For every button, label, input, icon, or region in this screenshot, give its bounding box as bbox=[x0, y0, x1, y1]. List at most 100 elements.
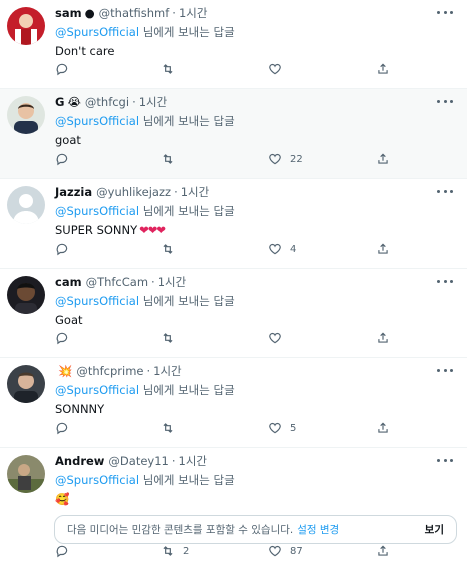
avatar[interactable] bbox=[7, 276, 45, 314]
user-handle[interactable]: @thfcprime bbox=[76, 364, 143, 378]
tweet-text: Goat bbox=[55, 313, 83, 327]
retweet-button[interactable] bbox=[161, 62, 183, 76]
reply-tweet[interactable]: sam ● @thatfishmf · 1시간 @SpursOfficial 님… bbox=[0, 0, 467, 89]
share-button[interactable] bbox=[376, 242, 390, 256]
reply-button[interactable] bbox=[55, 152, 77, 166]
user-handle[interactable]: @yuhlikejazz bbox=[96, 185, 171, 199]
share-button[interactable] bbox=[376, 62, 390, 76]
reply-icon bbox=[56, 243, 68, 256]
reply-feed: sam ● @thatfishmf · 1시간 @SpursOfficial 님… bbox=[0, 0, 467, 570]
like-button[interactable]: 4 bbox=[268, 242, 296, 256]
more-icon[interactable] bbox=[437, 454, 453, 466]
share-button[interactable] bbox=[376, 152, 390, 166]
reply-icon bbox=[56, 153, 68, 166]
reply-context: @SpursOfficial 님에게 보내는 답글 bbox=[55, 24, 457, 40]
reply-button[interactable] bbox=[55, 62, 77, 76]
name-emoji: ● bbox=[84, 6, 95, 20]
display-name[interactable]: G bbox=[55, 95, 64, 109]
reply-suffix: 님에게 보내는 답글 bbox=[142, 473, 235, 487]
avatar[interactable] bbox=[7, 455, 45, 493]
retweet-count: 2 bbox=[183, 545, 190, 557]
heart-emojis: ❤❤❤ bbox=[139, 223, 166, 237]
like-button[interactable]: 87 bbox=[268, 544, 303, 558]
avatar[interactable] bbox=[7, 7, 45, 45]
separator-dot: · bbox=[151, 275, 155, 289]
view-media-button[interactable]: 보기 bbox=[425, 522, 444, 537]
timestamp[interactable]: 1시간 bbox=[181, 184, 209, 200]
mention-link[interactable]: @SpursOfficial bbox=[55, 204, 139, 218]
mention-link[interactable]: @SpursOfficial bbox=[55, 383, 139, 397]
reply-button[interactable] bbox=[55, 421, 77, 435]
like-button[interactable]: 22 bbox=[268, 152, 303, 166]
like-icon bbox=[269, 243, 281, 255]
timestamp[interactable]: 1시간 bbox=[153, 363, 181, 379]
reply-button[interactable] bbox=[55, 331, 77, 345]
mention-link[interactable]: @SpursOfficial bbox=[55, 473, 139, 487]
like-button[interactable] bbox=[268, 62, 290, 76]
like-icon bbox=[269, 422, 281, 434]
timestamp[interactable]: 1시간 bbox=[158, 274, 186, 290]
user-handle[interactable]: @thfcgi bbox=[85, 95, 129, 109]
more-icon[interactable] bbox=[437, 95, 453, 107]
display-name[interactable]: sam bbox=[55, 6, 82, 20]
reply-button[interactable] bbox=[55, 242, 77, 256]
reply-tweet[interactable]: G 😭 @thfcgi · 1시간 @SpursOfficial 님에게 보내는… bbox=[0, 89, 467, 179]
like-button[interactable]: 5 bbox=[268, 421, 296, 435]
share-icon bbox=[378, 243, 388, 254]
mention-link[interactable]: @SpursOfficial bbox=[55, 25, 139, 39]
tweet-text: 🥰 bbox=[55, 492, 70, 506]
retweet-button[interactable] bbox=[161, 152, 183, 166]
timestamp[interactable]: 1시간 bbox=[179, 5, 207, 21]
change-settings-link[interactable]: 설정 변경 bbox=[297, 522, 339, 537]
timestamp[interactable]: 1시간 bbox=[179, 453, 207, 469]
display-name[interactable]: Andrew bbox=[55, 454, 104, 468]
retweet-button[interactable] bbox=[161, 331, 183, 345]
reply-suffix: 님에게 보내는 답글 bbox=[142, 114, 235, 128]
like-count: 4 bbox=[290, 243, 297, 255]
more-icon[interactable] bbox=[437, 275, 453, 287]
tweet-header: Andrew @Datey11 · 1시간 bbox=[55, 453, 457, 469]
retweet-button[interactable]: 2 bbox=[161, 544, 189, 558]
like-count: 22 bbox=[290, 153, 303, 165]
reply-tweet[interactable]: cam @ThfcCam · 1시간 @SpursOfficial 님에게 보내… bbox=[0, 269, 467, 358]
avatar[interactable] bbox=[7, 96, 45, 134]
timestamp[interactable]: 1시간 bbox=[139, 94, 167, 110]
retweet-icon bbox=[163, 64, 173, 74]
more-icon[interactable] bbox=[437, 364, 453, 376]
user-handle[interactable]: @Datey11 bbox=[108, 454, 168, 468]
like-count: 87 bbox=[290, 545, 303, 557]
retweet-icon bbox=[163, 154, 173, 164]
reply-tweet[interactable]: Andrew @Datey11 · 1시간 @SpursOfficial 님에게… bbox=[0, 448, 467, 570]
share-button[interactable] bbox=[376, 421, 390, 435]
sensitive-warning-text: 다음 미디어는 민감한 콘텐츠를 포함할 수 있습니다. bbox=[67, 524, 294, 536]
share-icon bbox=[378, 63, 388, 74]
share-button[interactable] bbox=[376, 544, 390, 558]
like-button[interactable] bbox=[268, 331, 290, 345]
reply-tweet[interactable]: Jazzia @yuhlikejazz · 1시간 @SpursOfficial… bbox=[0, 179, 467, 269]
retweet-button[interactable] bbox=[161, 421, 183, 435]
display-name[interactable]: Jazzia bbox=[55, 185, 92, 199]
tweet-header: Jazzia @yuhlikejazz · 1시간 bbox=[55, 184, 457, 200]
tweet-header: cam @ThfcCam · 1시간 bbox=[55, 274, 457, 290]
user-handle[interactable]: @ThfcCam bbox=[86, 275, 148, 289]
reply-icon bbox=[56, 332, 68, 345]
display-name[interactable]: cam bbox=[55, 275, 82, 289]
user-handle[interactable]: @thatfishmf bbox=[99, 6, 170, 20]
retweet-button[interactable] bbox=[161, 242, 183, 256]
reply-context: @SpursOfficial 님에게 보내는 답글 bbox=[55, 203, 457, 219]
avatar[interactable] bbox=[7, 186, 45, 224]
mention-link[interactable]: @SpursOfficial bbox=[55, 294, 139, 308]
reply-button[interactable] bbox=[55, 544, 77, 558]
separator-dot: · bbox=[174, 185, 178, 199]
reply-context: @SpursOfficial 님에게 보내는 답글 bbox=[55, 472, 457, 488]
reply-tweet[interactable]: 💥 @thfcprime · 1시간 @SpursOfficial 님에게 보내… bbox=[0, 358, 467, 448]
more-icon[interactable] bbox=[437, 185, 453, 197]
reply-context: @SpursOfficial 님에게 보내는 답글 bbox=[55, 113, 457, 129]
action-bar bbox=[55, 331, 395, 345]
action-bar: 4 bbox=[55, 242, 395, 256]
share-button[interactable] bbox=[376, 331, 390, 345]
mention-link[interactable]: @SpursOfficial bbox=[55, 114, 139, 128]
avatar[interactable] bbox=[7, 365, 45, 403]
more-icon[interactable] bbox=[437, 6, 453, 18]
reply-icon bbox=[56, 63, 68, 76]
